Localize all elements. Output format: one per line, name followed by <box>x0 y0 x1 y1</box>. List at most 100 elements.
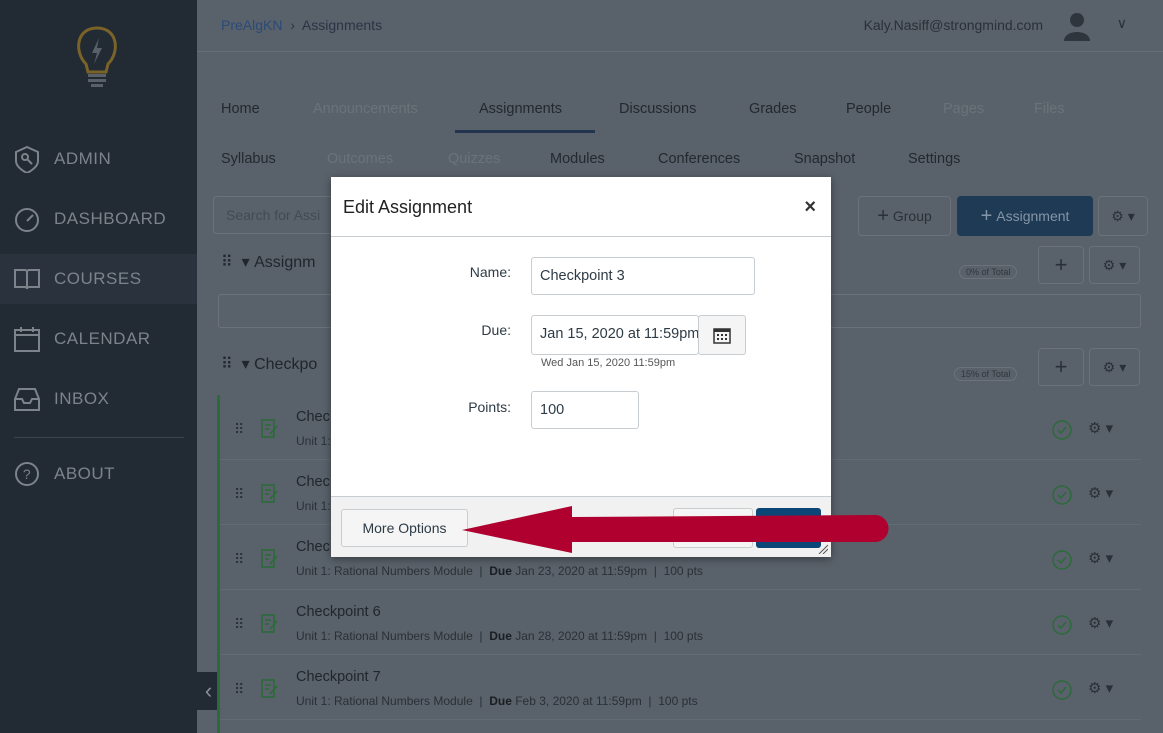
sidebar: ADMIN DASHBOARD COURSES CALENDAR INBOX ? ABOUT <box>0 0 197 733</box>
points-input[interactable]: 100 <box>531 391 639 429</box>
assignment-icon <box>261 549 278 568</box>
add-to-group-button[interactable]: + <box>1038 246 1084 284</box>
points-label: Points: <box>468 399 511 415</box>
published-check-icon[interactable] <box>1052 485 1072 505</box>
tab-home[interactable]: Home <box>221 101 260 117</box>
assignment-meta: Unit 1: <box>296 499 331 513</box>
drag-handle-icon[interactable]: ⠿ <box>234 681 244 698</box>
breadcrumb-course-link[interactable]: PreAlgKN <box>221 17 282 33</box>
tab-modules[interactable]: Modules <box>550 151 605 167</box>
gear-icon[interactable]: ⚙ ▾ <box>1088 484 1113 502</box>
tab-conferences[interactable]: Conferences <box>658 151 740 167</box>
dialog-title: Edit Assignment <box>343 197 473 217</box>
annotation-arrow <box>462 506 889 553</box>
published-check-icon[interactable] <box>1052 550 1072 570</box>
sidebar-divider <box>14 437 184 438</box>
drag-handle-icon[interactable]: ⠿ <box>221 356 233 373</box>
active-tab-indicator <box>455 130 595 133</box>
assignment-icon <box>261 419 278 438</box>
tab-outcomes: Outcomes <box>327 151 394 167</box>
drag-handle-icon[interactable]: ⠿ <box>234 616 244 633</box>
assignment-title[interactable]: Chec <box>296 409 330 425</box>
tab-quizzes: Quizzes <box>448 151 501 167</box>
due-date-input[interactable]: Jan 15, 2020 at 11:59pm <box>531 315 699 355</box>
drag-handle-icon[interactable]: ⠿ <box>221 254 233 271</box>
due-label: Due: <box>481 322 511 338</box>
calendar-icon <box>14 327 40 352</box>
sidebar-item-dashboard[interactable]: DASHBOARD <box>0 194 197 244</box>
tab-syllabus[interactable]: Syllabus <box>221 151 276 167</box>
breadcrumb-current: Assignments <box>301 17 383 33</box>
more-options-button[interactable]: More Options <box>341 509 468 547</box>
sidebar-item-about[interactable]: ? ABOUT <box>0 449 197 499</box>
assignment-row[interactable]: ⠿ Checkpoint 7 Unit 1: Rational Numbers … <box>220 655 1141 720</box>
group-weight-badge: 15% of Total <box>954 367 1018 381</box>
assignment-title[interactable]: Checkpoint 7 <box>296 669 381 685</box>
tab-discussions[interactable]: Discussions <box>619 101 696 117</box>
name-input[interactable]: Checkpoint 3 <box>531 257 755 295</box>
sidebar-item-admin[interactable]: ADMIN <box>0 134 197 184</box>
assignment-icon <box>261 679 278 698</box>
tab-settings[interactable]: Settings <box>908 151 960 167</box>
breadcrumb: PreAlgKN › Assignments <box>221 17 383 33</box>
assignment-row[interactable]: ⠿ Checkpoint 6 Unit 1: Rational Numbers … <box>220 590 1141 655</box>
inbox-icon <box>14 388 40 411</box>
drag-handle-icon[interactable]: ⠿ <box>234 486 244 503</box>
assignment-meta: Unit 1: Rational Numbers Module | Due Ja… <box>296 564 703 578</box>
gear-icon[interactable]: ⚙ ▾ <box>1088 614 1113 632</box>
speedometer-icon <box>15 208 39 232</box>
search-input[interactable]: Search for Assi <box>213 196 343 234</box>
gear-icon[interactable]: ⚙ ▾ <box>1088 419 1113 437</box>
assignment-meta: Unit 1: Rational Numbers Module | Due Ja… <box>296 629 703 643</box>
plus-icon: + <box>1054 252 1068 277</box>
lightbulb-logo-icon <box>77 26 117 87</box>
assignment-title[interactable]: Checkpoint 6 <box>296 604 381 620</box>
tab-snapshot[interactable]: Snapshot <box>794 151 855 167</box>
gear-icon[interactable]: ⚙ ▾ <box>1088 549 1113 567</box>
sidebar-item-courses[interactable]: COURSES <box>0 254 197 304</box>
published-check-icon[interactable] <box>1052 420 1072 440</box>
assignment-group-header[interactable]: ⠿ ▾ Assignm <box>221 252 315 272</box>
gear-icon: ⚙ ▾ <box>1102 358 1127 375</box>
sidebar-item-inbox[interactable]: INBOX <box>0 374 197 424</box>
assignment-group-header[interactable]: ⠿ ▾ Checkpo <box>221 354 317 374</box>
close-icon[interactable]: × <box>804 196 816 219</box>
name-label: Name: <box>469 264 511 280</box>
add-assignment-button[interactable]: + Assignment <box>957 196 1093 236</box>
due-date-hint: Wed Jan 15, 2020 11:59pm <box>541 357 676 369</box>
tab-assignments[interactable]: Assignments <box>479 101 562 117</box>
assignment-title[interactable]: Chec <box>296 539 330 555</box>
add-group-button[interactable]: + Group <box>858 196 951 236</box>
calendar-picker-button[interactable] <box>698 315 746 355</box>
chevron-down-icon[interactable]: ∨ <box>1117 15 1127 32</box>
tab-announcements: Announcements <box>313 101 418 117</box>
user-email[interactable]: Kaly.Nasiff@strongmind.com <box>864 17 1043 33</box>
published-check-icon[interactable] <box>1052 680 1072 700</box>
assignment-meta: Unit 1: <box>296 434 331 448</box>
calendar-icon <box>713 328 731 344</box>
assignment-title[interactable]: Chec <box>296 474 330 490</box>
question-icon: ? <box>15 462 39 486</box>
sidebar-item-calendar[interactable]: CALENDAR <box>0 314 197 364</box>
book-icon <box>14 269 40 290</box>
drag-handle-icon[interactable]: ⠿ <box>234 421 244 438</box>
add-to-group-button[interactable]: + <box>1038 348 1084 386</box>
published-check-icon[interactable] <box>1052 615 1072 635</box>
gear-icon: ⚙ ▾ <box>1111 207 1135 224</box>
settings-menu-button[interactable]: ⚙ ▾ <box>1098 196 1148 236</box>
gear-icon[interactable]: ⚙ ▾ <box>1088 679 1113 697</box>
plus-icon: + <box>877 204 889 227</box>
avatar[interactable] <box>1061 9 1093 41</box>
group-settings-button[interactable]: ⚙ ▾ <box>1089 348 1140 386</box>
tab-files: Files <box>1034 101 1065 117</box>
tab-pages: Pages <box>943 101 985 117</box>
assignment-icon <box>261 614 278 633</box>
shield-icon <box>15 145 39 173</box>
tab-people[interactable]: People <box>846 101 891 117</box>
drag-handle-icon[interactable]: ⠿ <box>234 551 244 568</box>
assignment-meta: Unit 1: Rational Numbers Module | Due Fe… <box>296 694 698 708</box>
top-bar: PreAlgKN › Assignments Kaly.Nasiff@stron… <box>197 0 1163 52</box>
assignment-icon <box>261 484 278 503</box>
tab-grades[interactable]: Grades <box>749 101 797 117</box>
group-settings-button[interactable]: ⚙ ▾ <box>1089 246 1140 284</box>
